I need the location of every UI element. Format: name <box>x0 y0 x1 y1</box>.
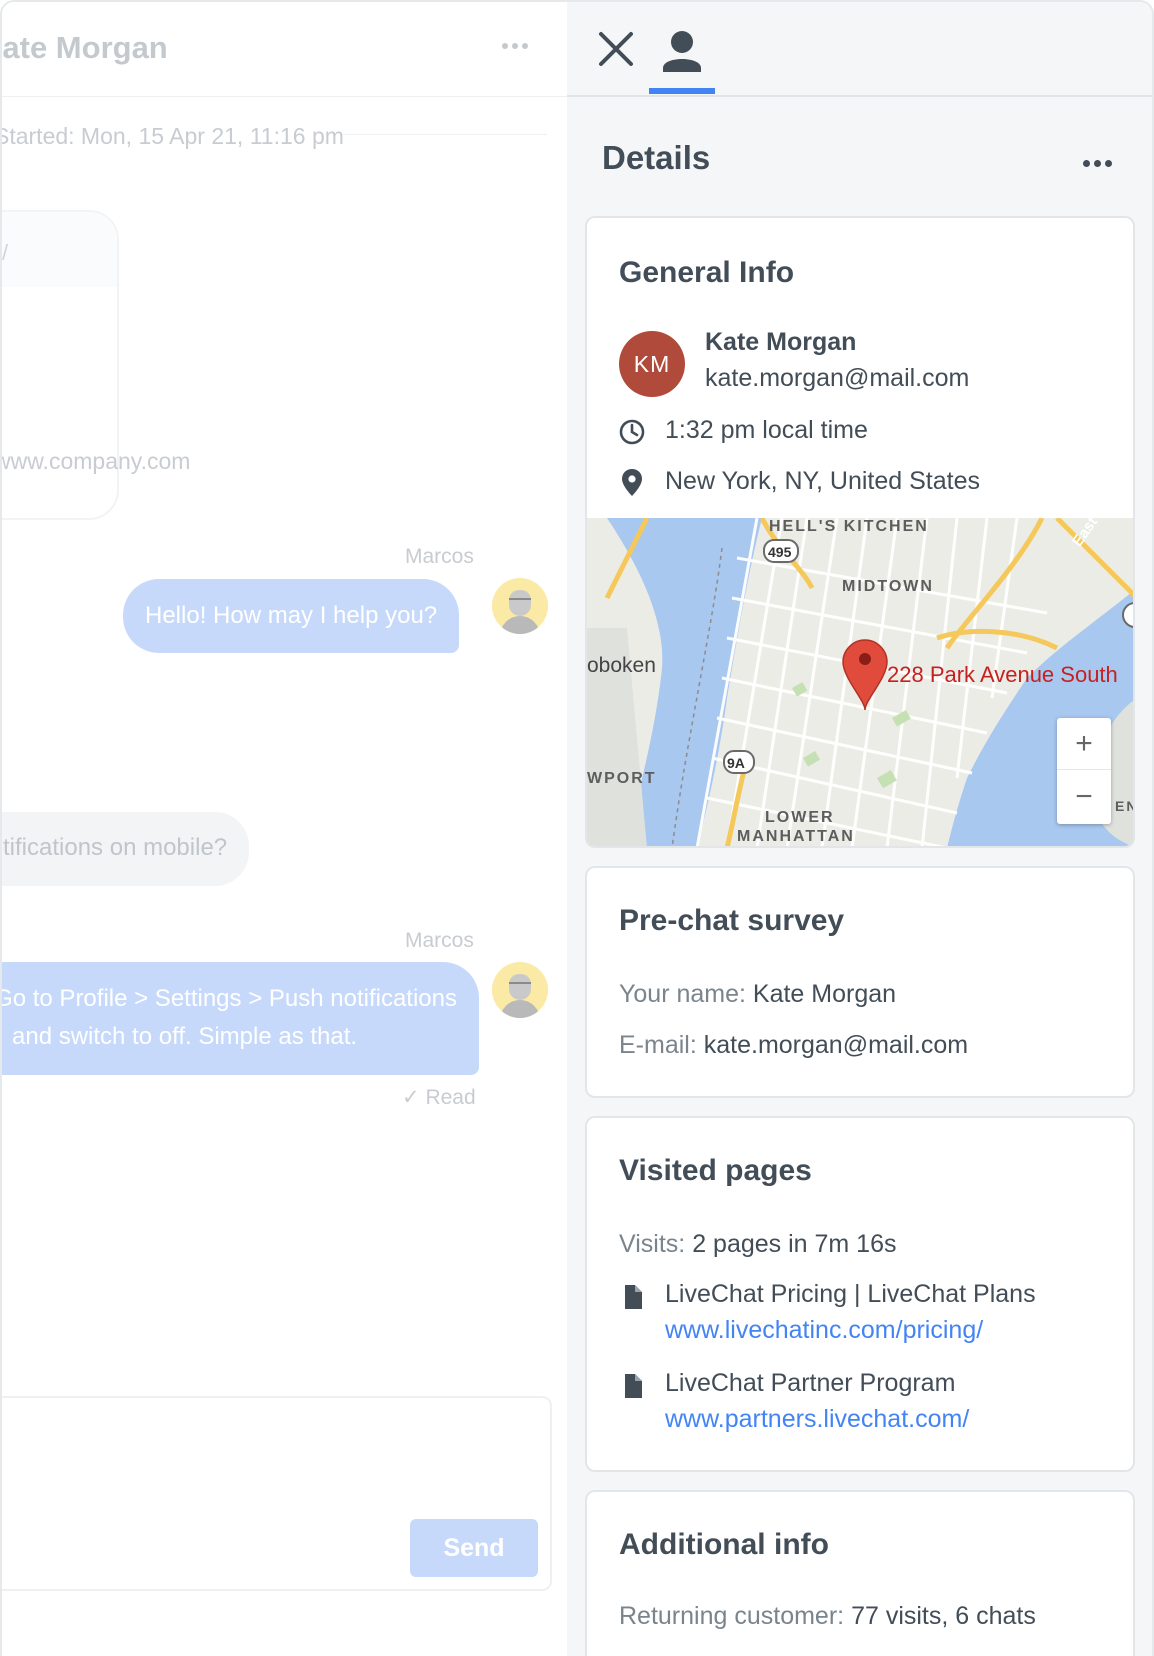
visits-row: Visits: 2 pages in 7m 16s <box>619 1230 896 1259</box>
chat-more-icon[interactable] <box>502 36 542 56</box>
map-pin-label: 228 Park Avenue South <box>887 662 1118 687</box>
location-pin-icon <box>621 468 643 498</box>
customer-details-tab[interactable] <box>649 28 715 96</box>
customer-location: New York, NY, United States <box>665 467 980 495</box>
pre-chat-survey-card: Pre-chat survey Your name: Kate Morgan E… <box>585 866 1135 1098</box>
agent-avatar <box>492 578 548 634</box>
returning-customer-row: Returning customer: 77 visits, 6 chats <box>619 1602 1036 1631</box>
agent-message: Go to Profile > Settings > Push notifica… <box>0 962 479 1075</box>
customer-email[interactable]: kate.morgan@mail.com <box>705 364 969 393</box>
visited-page-title: LiveChat Partner Program <box>665 1369 956 1397</box>
visited-page-link[interactable]: www.livechatinc.com/pricing/ <box>665 1316 983 1345</box>
location-map[interactable]: HELL'S KITCHEN MIDTOWN oboken WPORT LOWE… <box>587 518 1133 846</box>
pre-chat-survey-title: Pre-chat survey <box>619 904 845 937</box>
visited-page-link[interactable]: www.partners.livechat.com/ <box>665 1405 969 1434</box>
survey-name-row: Your name: Kate Morgan <box>619 980 896 1009</box>
chat-pane: Kate Morgan Started: Mon, 15 Apr 21, 11:… <box>0 0 567 1656</box>
visited-pages-card: Visited pages Visits: 2 pages in 7m 16s … <box>585 1116 1135 1472</box>
customer-message: How do I turn off notifications on mobil… <box>2 812 250 886</box>
details-title: Details <box>602 139 711 176</box>
map-label: oboken <box>587 654 656 677</box>
local-time: 1:32 pm local time <box>665 416 868 444</box>
zoom-out-button[interactable]: − <box>1057 771 1111 823</box>
additional-info-card: Additional info Returning customer: 77 v… <box>585 1490 1135 1656</box>
divider <box>342 134 547 135</box>
survey-email-value: kate.morgan@mail.com <box>703 1031 969 1059</box>
map-label: ENF <box>1115 798 1133 814</box>
visited-pages-title: Visited pages <box>619 1154 812 1187</box>
chat-started-label: Started: Mon, 15 Apr 21, 11:16 pm <box>0 123 344 149</box>
survey-email-label: E-mail: <box>619 1031 697 1059</box>
route-shield-label: 495 <box>768 544 792 560</box>
close-icon[interactable] <box>595 28 637 70</box>
map-label: LOWER <box>765 809 835 826</box>
map-label: WPORT <box>587 770 657 787</box>
general-info-card: General Info KM Kate Morgan kate.morgan@… <box>585 216 1135 848</box>
faded-card-url: www.company.com <box>0 448 191 474</box>
message-author: Marcos <box>405 545 474 568</box>
message-author: Marcos <box>405 929 474 952</box>
agent-avatar <box>492 962 548 1018</box>
map-zoom-controls: + − <box>1057 718 1111 824</box>
returning-customer-value: 77 visits, 6 chats <box>851 1602 1036 1630</box>
person-icon <box>663 31 701 72</box>
details-more-icon[interactable] <box>1083 154 1119 167</box>
details-pane: Details General Info KM Kate Morgan kate… <box>567 0 1154 1656</box>
agent-message: Hello! How may I help you? <box>123 579 460 653</box>
read-status-label: Read <box>425 1086 476 1109</box>
returning-customer-label: Returning customer: <box>619 1602 845 1630</box>
check-icon: ✓ <box>402 1086 420 1109</box>
survey-name-value: Kate Morgan <box>752 980 897 1008</box>
read-status: ✓ Read <box>402 1085 476 1110</box>
chat-header: Kate Morgan <box>2 2 567 97</box>
zoom-in-button[interactable]: + <box>1057 718 1111 770</box>
survey-name-label: Your name: <box>619 980 746 1008</box>
document-icon <box>623 1284 643 1310</box>
send-button[interactable]: Send <box>410 1519 538 1577</box>
map-label: MANHATTAN <box>737 828 855 845</box>
agent-message-line: and switch to off. Simple as that. <box>12 1023 358 1050</box>
customer-name: Kate Morgan <box>705 328 857 356</box>
visits-value: 2 pages in 7m 16s <box>692 1230 897 1258</box>
map-label: MIDTOWN <box>842 578 934 595</box>
map-label: HELL'S KITCHEN <box>769 518 929 535</box>
active-tab-indicator <box>649 88 715 94</box>
details-tabs <box>567 2 1152 97</box>
visited-page-title: LiveChat Pricing | LiveChat Plans <box>665 1280 1036 1308</box>
additional-info-title: Additional info <box>619 1528 829 1561</box>
general-info-title: General Info <box>619 256 795 289</box>
route-shield-label: 9A <box>727 755 745 771</box>
chat-title: Kate Morgan <box>2 30 168 65</box>
survey-email-row: E-mail: kate.morgan@mail.com <box>619 1031 968 1060</box>
customer-avatar: KM <box>619 331 685 397</box>
clock-icon <box>617 417 647 447</box>
visits-label: Visits: <box>619 1230 686 1258</box>
agent-message-line: Go to Profile > Settings > Push notifica… <box>0 985 457 1012</box>
document-icon <box>623 1373 643 1399</box>
